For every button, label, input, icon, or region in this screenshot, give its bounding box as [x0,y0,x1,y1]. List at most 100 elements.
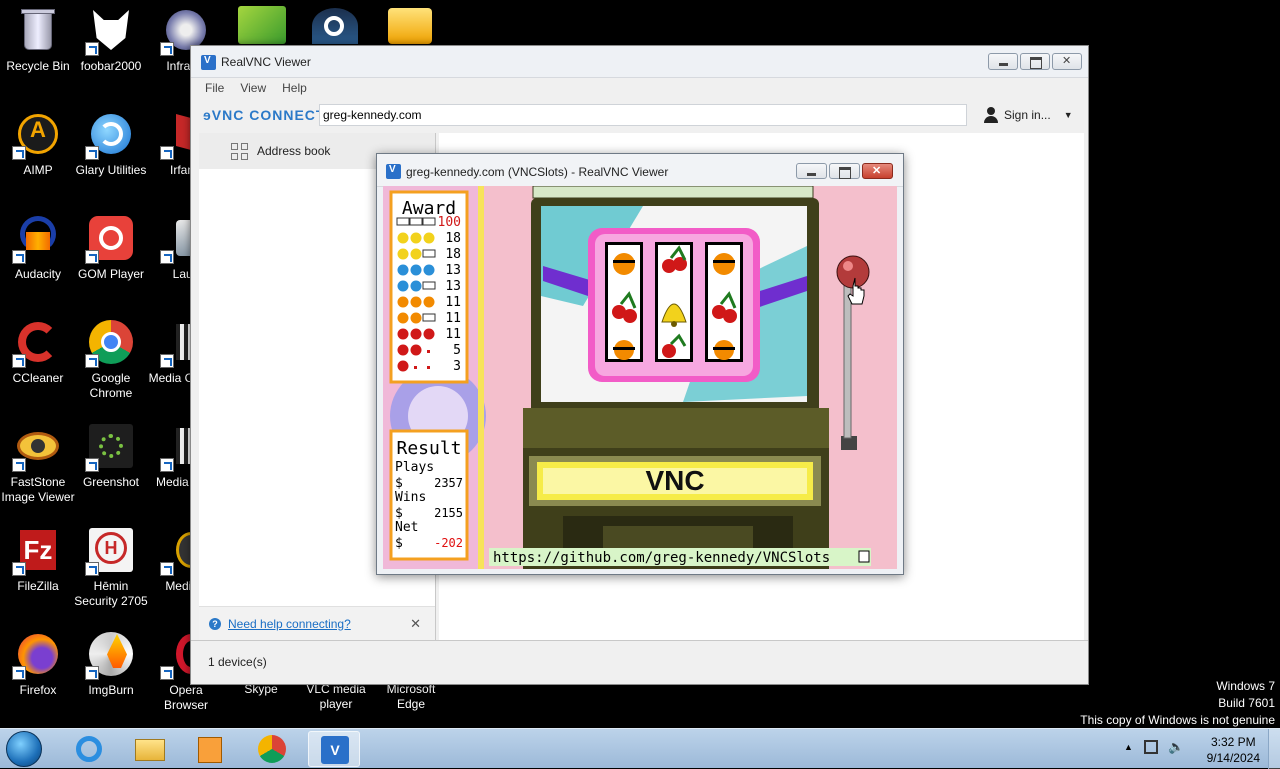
any-symbol-icon [414,366,417,369]
award-value: 13 [445,263,461,278]
minimize-button[interactable] [988,53,1018,70]
minimize-button[interactable] [796,163,827,179]
desktop-icon-imgburn[interactable]: ImgBurn [73,630,149,698]
desktop-icon-faststone[interactable]: FastStone Image Viewer [0,422,76,505]
media-player-icon [198,737,222,763]
winamp-icon[interactable] [388,8,432,44]
desktop-icon-vlc[interactable]: VLC media player [298,682,374,712]
system-tray: ▲ 🔈 3:32 PM 9/14/2024 [1110,729,1280,769]
desktop-icon-firefox[interactable]: Firefox [0,630,76,698]
help-icon: ? [209,617,221,630]
taskbar-explorer[interactable] [124,731,176,767]
taskbar-internet-explorer[interactable] [64,731,116,767]
watermark-build: Build 7601 [1218,696,1275,710]
menu-file[interactable]: File [205,81,224,95]
need-help-link[interactable]: Need help connecting? [228,617,351,631]
sidebar-item-label: Address book [257,144,331,158]
bar-symbol-icon [422,313,436,322]
cherry-symbol-icon [423,328,435,340]
connect-bar: ɘVNC CONNECT Sign in... ▼ [191,98,1088,132]
plays-label: Plays [395,460,434,475]
currency-symbol: $ [395,476,403,491]
start-button[interactable] [6,731,42,767]
desktop-icon-ccleaner[interactable]: CCleaner [0,318,76,386]
vnc-session-window: greg-kennedy.com (VNCSlots) - RealVNC Vi… [376,153,904,575]
address-input[interactable] [319,104,967,126]
award-value: 11 [445,311,461,326]
aimp-icon: A [12,110,62,160]
watermark-genuine: This copy of Windows is not genuine [1080,713,1275,727]
award-value: 100 [438,215,461,230]
maximize-button[interactable] [1020,53,1050,70]
ccleaner-icon [12,318,62,368]
result-title: Result [396,438,461,459]
net-label: Net [395,520,418,535]
plum-symbol-icon [423,264,435,276]
hemin-security-icon: H [85,526,135,576]
show-hidden-icons-icon[interactable]: ▲ [1124,742,1133,752]
plum-symbol-icon [397,280,409,292]
device-count: 1 device(s) [208,655,267,669]
desktop-icon-aimp[interactable]: A AIMP [0,110,76,178]
close-button[interactable] [862,163,893,179]
desktop-icon-glary-utilities[interactable]: Glary Utilities [73,110,149,178]
session-titlebar[interactable]: greg-kennedy.com (VNCSlots) - RealVNC Vi… [377,154,903,187]
menu-view[interactable]: View [240,81,266,95]
award-value: 11 [445,327,461,342]
window-titlebar[interactable]: RealVNC Viewer [191,46,1088,78]
net-value: -202 [434,536,463,550]
bar-symbol-icon [396,217,410,226]
greenshot-icon [85,422,135,472]
taskbar: V ▲ 🔈 3:32 PM 9/14/2024 [0,728,1280,769]
desktop-icon-greenshot[interactable]: Greenshot [73,422,149,490]
volume-muted-icon[interactable]: 🔈 [1168,739,1184,755]
desktop-icon-audacity[interactable]: Audacity [0,214,76,282]
desktop-icon-filezilla[interactable]: Fz FileZilla [0,526,76,594]
taskbar-media-player[interactable] [184,731,236,767]
sign-in-button[interactable]: Sign in... ▼ [983,107,1073,123]
any-symbol-icon [427,350,430,353]
internet-explorer-icon [76,736,102,762]
audacity-icon [12,214,62,264]
cherry-symbol-icon [397,344,409,356]
any-symbol-icon [427,366,430,369]
steam-icon[interactable] [312,8,358,44]
desktop-icon-gom-player[interactable]: GOM Player [73,214,149,282]
desktop-icon-recycle-bin[interactable]: Recycle Bin [0,6,76,74]
close-icon[interactable]: ✕ [410,616,421,632]
reel-2 [655,242,693,362]
menu-help[interactable]: Help [282,81,307,95]
taskbar-chrome[interactable] [246,731,298,767]
plays-value: 2357 [434,476,463,490]
desktop-icon-hemin-security[interactable]: H Hēmin Security 2705 [73,526,149,609]
orange-symbol-icon [410,312,422,324]
session-title: greg-kennedy.com (VNCSlots) - RealVNC Vi… [406,165,669,179]
close-button[interactable] [1052,53,1082,70]
green-app-icon[interactable] [238,6,286,44]
network-icon[interactable] [1144,740,1158,754]
chevron-down-icon: ▼ [1063,110,1073,120]
award-panel: Award 1001818131311111153 [389,190,469,384]
maximize-button[interactable] [829,163,860,179]
desktop-icon-microsoft-edge[interactable]: Microsoft Edge [373,682,449,712]
slot-machine: VNC [523,186,870,569]
desktop-icon-google-chrome[interactable]: Google Chrome [73,318,149,401]
slot-machine-canvas[interactable]: Award 1001818131311111153 Result Plays $… [383,186,897,569]
orange-symbol-icon [410,296,422,308]
firefox-icon [12,630,62,680]
desktop-icon-foobar2000[interactable]: foobar2000 [73,6,149,74]
faststone-icon [12,422,62,472]
github-url: https://github.com/greg-kennedy/VNCSlots [493,550,830,566]
bell-symbol-icon [423,232,435,244]
cherry-symbol-icon [410,344,422,356]
slot-machine-screen[interactable]: Award 100 18 18 13 13 11 11 11 5 3 Result Plays $… [383,186,897,569]
taskbar-realvnc[interactable]: V [308,731,360,767]
show-desktop-button[interactable] [1268,729,1280,769]
clock[interactable]: 3:32 PM 9/14/2024 [1207,734,1260,766]
imgburn-icon [85,630,135,680]
clock-time: 3:32 PM [1210,735,1256,749]
bell-symbol-icon [410,232,422,244]
cherry-symbol-icon [397,360,409,372]
realvnc-logo-icon [386,164,401,179]
bell-symbol-icon [397,248,409,260]
